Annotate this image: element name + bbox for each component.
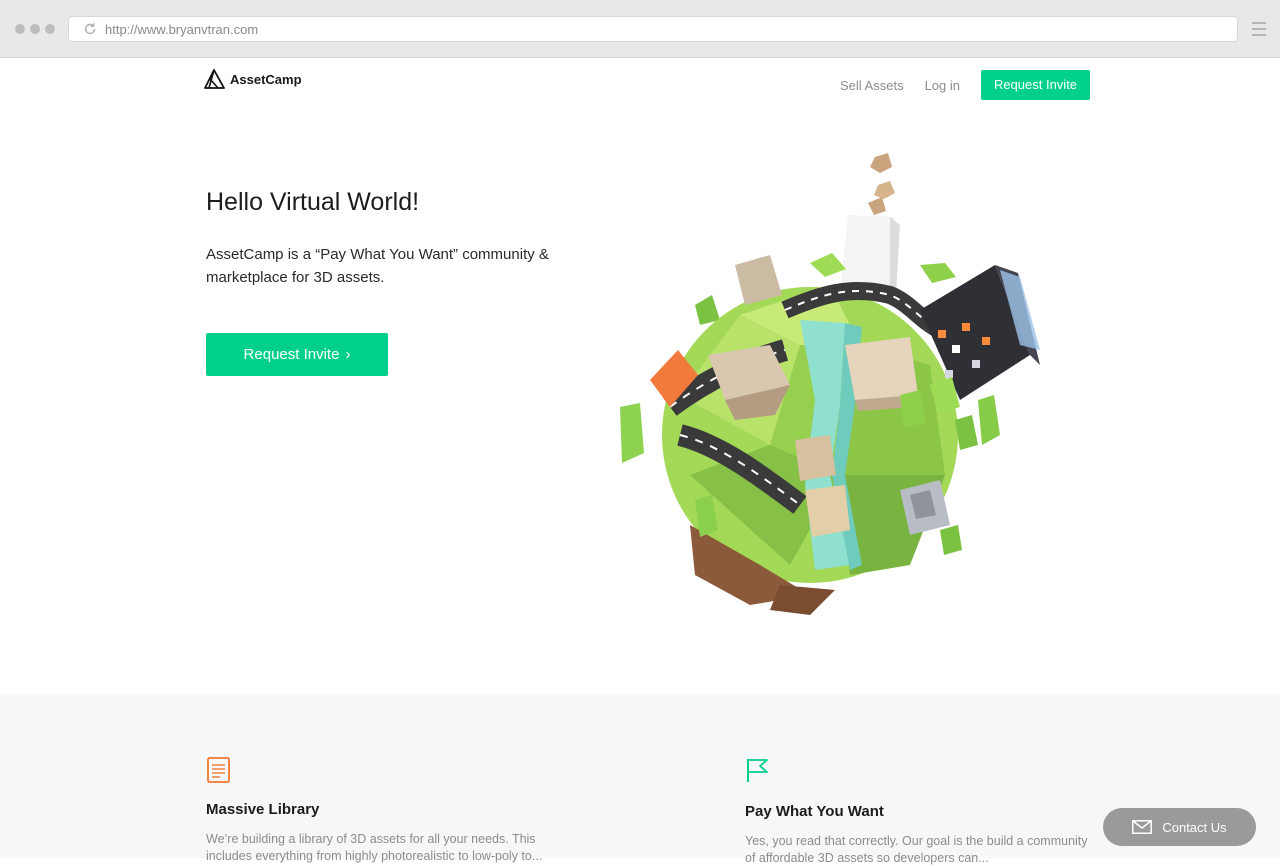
low-poly-planet-image	[620, 153, 1040, 615]
feature-text: Yes, you read that correctly. Our goal i…	[745, 834, 1088, 865]
reload-icon[interactable]	[83, 22, 97, 36]
browser-chrome: http://www.bryanvtran.com	[0, 0, 1280, 58]
planet-illustration	[600, 145, 1060, 630]
feature-title: Massive Library	[206, 801, 320, 818]
close-window-dot[interactable]	[15, 24, 25, 34]
hero-cta-label: Request Invite	[243, 346, 340, 363]
maximize-window-dot[interactable]	[45, 24, 55, 34]
hero-request-invite-button[interactable]: Request Invite ›	[206, 333, 388, 376]
hero-title: Hello Virtual World!	[206, 188, 420, 216]
document-icon	[207, 757, 230, 783]
feature-text: We’re building a library of 3D assets fo…	[206, 832, 543, 863]
hamburger-menu-icon[interactable]	[1252, 22, 1266, 36]
flag-icon	[747, 759, 768, 782]
nav-sell-assets-link[interactable]: Sell Assets	[840, 78, 904, 93]
brand-name: AssetCamp	[230, 71, 302, 87]
address-bar[interactable]: http://www.bryanvtran.com	[68, 16, 1238, 42]
url-text[interactable]: http://www.bryanvtran.com	[105, 22, 258, 37]
nav-request-invite-button[interactable]: Request Invite	[981, 70, 1090, 100]
minimize-window-dot[interactable]	[30, 24, 40, 34]
assetcamp-logo-icon	[204, 69, 225, 89]
site-logo[interactable]: AssetCamp	[203, 68, 302, 90]
window-controls	[15, 24, 55, 34]
features-section: Massive Library We’re building a library…	[0, 694, 1280, 865]
contact-us-button[interactable]: Contact Us	[1103, 808, 1256, 846]
hero-description: AssetCamp is a “Pay What You Want” commu…	[206, 246, 549, 286]
contact-us-label: Contact Us	[1162, 819, 1227, 835]
chevron-right-icon: ›	[345, 346, 351, 363]
main-nav: Sell Assets Log in Request Invite	[840, 70, 1090, 100]
nav-login-link[interactable]: Log in	[925, 78, 960, 93]
envelope-icon	[1132, 820, 1153, 834]
feature-title: Pay What You Want	[745, 803, 884, 820]
